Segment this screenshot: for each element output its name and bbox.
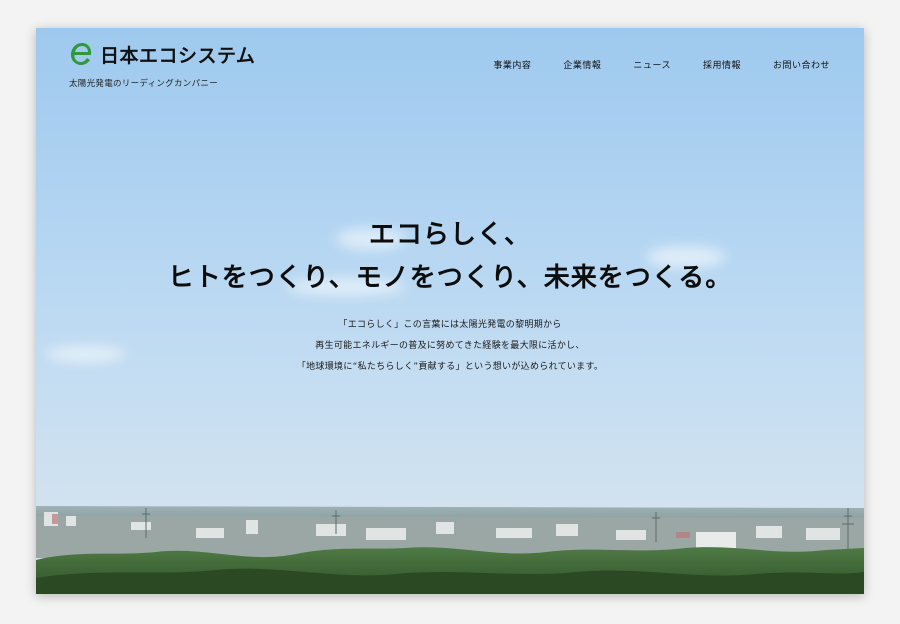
description-line: 「地球環境に“私たちらしく”貢献する」という想いが込められています。 (296, 362, 604, 372)
hero-description: 「エコらしく」この言葉には太陽光発電の黎明期から 再生可能エネルギーの普及に努め… (36, 315, 864, 378)
eco-e-logo-icon (71, 43, 92, 65)
hero-line-1: エコらしく、 (368, 220, 531, 250)
browser-viewport: 日本エコシステム 太陽光発電のリーディングカンパニー 事業内容 企業情報 ニュー… (36, 28, 864, 594)
nav-news[interactable]: ニュース (633, 58, 671, 71)
nav-company[interactable]: 企業情報 (563, 58, 601, 71)
site-header: 日本エコシステム 太陽光発電のリーディングカンパニー 事業内容 企業情報 ニュー… (36, 28, 864, 98)
main-nav: 事業内容 企業情報 ニュース 採用情報 お問い合わせ (461, 58, 830, 71)
logo-text: 日本エコシステム (100, 44, 256, 67)
tagline: 太陽光発電のリーディングカンパニー (69, 79, 219, 89)
description-line: 「エコらしく」この言葉には太陽光発電の黎明期から (338, 320, 562, 330)
nav-contact[interactable]: お問い合わせ (773, 58, 830, 71)
nav-recruit[interactable]: 採用情報 (703, 58, 741, 71)
hero-heading: エコらしく、 ヒトをつくり、モノをつくり、未来をつくる。 (36, 214, 864, 294)
description-line: 再生可能エネルギーの普及に努めてきた経験を最大限に活かし、 (315, 341, 585, 351)
city-landscape-image (36, 506, 864, 594)
nav-business[interactable]: 事業内容 (493, 58, 531, 71)
logo-link[interactable]: 日本エコシステム (68, 40, 255, 68)
hero-line-2: ヒトをつくり、モノをつくり、未来をつくる。 (167, 263, 733, 293)
